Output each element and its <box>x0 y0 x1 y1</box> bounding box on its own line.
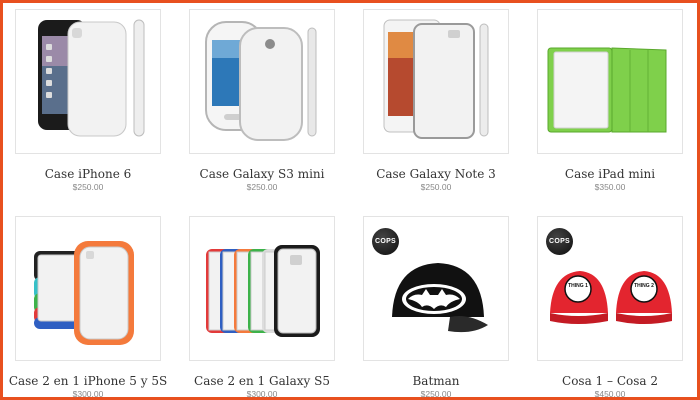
ipad-mini-case-icon <box>547 47 667 133</box>
galaxy-note3-case-icon <box>383 19 489 139</box>
product-price: $300.00 <box>72 389 104 399</box>
product-image-card[interactable] <box>537 9 683 154</box>
product-image-card[interactable]: COPS THING 1 THING 2 <box>537 216 683 361</box>
product-image-card[interactable] <box>189 9 335 154</box>
cap-label: THING 1 <box>568 283 588 289</box>
product-price: $350.00 <box>594 182 626 192</box>
product-price: $250.00 <box>420 389 452 399</box>
product-image-card[interactable] <box>15 216 161 361</box>
galaxy-s5-2in1-case-icon <box>206 245 320 337</box>
product-image-card[interactable] <box>15 9 161 154</box>
product-price: $250.00 <box>72 182 104 192</box>
product-image-card[interactable]: COPS <box>363 216 509 361</box>
product-price: $300.00 <box>246 389 278 399</box>
product-name[interactable]: Case iPhone 6 <box>1 167 175 181</box>
product-price: $250.00 <box>420 182 452 192</box>
product-image-card[interactable] <box>363 9 509 154</box>
batman-cap-icon <box>392 263 488 333</box>
product-name[interactable]: Case iPad mini <box>523 167 697 181</box>
product-name[interactable]: Case Galaxy Note 3 <box>349 167 523 181</box>
product-image-card[interactable] <box>189 216 335 361</box>
product-name[interactable]: Case 2 en 1 iPhone 5 y 5S <box>1 374 175 388</box>
product-name[interactable]: Batman <box>349 374 523 388</box>
product-name[interactable]: Cosa 1 – Cosa 2 <box>523 374 697 388</box>
thing1-thing2-caps-icon: THING 1 THING 2 <box>550 271 672 324</box>
product-name[interactable]: Case Galaxy S3 mini <box>175 167 349 181</box>
product-name[interactable]: Case 2 en 1 Galaxy S5 <box>175 374 349 388</box>
cap-label: THING 2 <box>634 283 654 289</box>
iphone5-2in1-case-icon <box>34 241 134 345</box>
product-price: $250.00 <box>246 182 278 192</box>
iphone6-case-icon <box>38 19 145 137</box>
galaxy-s3-mini-case-icon <box>205 21 317 141</box>
product-price: $450.00 <box>594 389 626 399</box>
